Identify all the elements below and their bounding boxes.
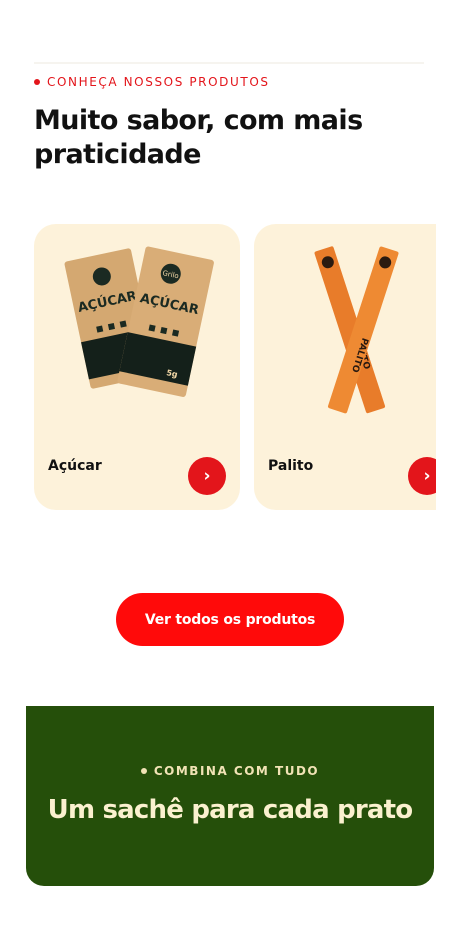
product-card-palito[interactable]: PALITO PALITO Palito ›: [254, 224, 436, 510]
product-card-acucar[interactable]: AÇÚCAR Grilo AÇÚCAR 5g Açúcar ›: [34, 224, 240, 510]
product-name-acucar: Açúcar: [48, 458, 102, 474]
combina-eyebrow-text: COMBINA COM TUDO: [153, 764, 320, 778]
products-carousel[interactable]: AÇÚCAR Grilo AÇÚCAR 5g Açúcar › PALITO P…: [34, 224, 436, 512]
products-headline: Muito sabor, com mais praticidade: [34, 105, 363, 170]
eyebrow-dot: [140, 768, 147, 774]
products-eyebrow-text: CONHEÇA NOSSOS PRODUTOS: [47, 75, 270, 89]
palito-sticks-image: PALITO PALITO: [314, 246, 399, 414]
chevron-right-icon[interactable]: ›: [408, 457, 436, 495]
top-divider: [34, 62, 424, 64]
product-name-palito: Palito: [268, 458, 314, 474]
combina-section: COMBINA COM TUDO Um sachê para cada prat…: [26, 706, 434, 886]
combina-eyebrow: COMBINA COM TUDO: [26, 764, 434, 778]
products-eyebrow: CONHEÇA NOSSOS PRODUTOS: [34, 75, 270, 89]
acucar-packets-image: AÇÚCAR Grilo AÇÚCAR 5g: [64, 246, 214, 397]
chevron-right-icon[interactable]: ›: [188, 457, 226, 495]
view-all-products-button[interactable]: Ver todos os produtos: [116, 593, 344, 646]
combina-title: Um sachê para cada prato: [47, 795, 414, 825]
eyebrow-dot: [34, 79, 40, 85]
